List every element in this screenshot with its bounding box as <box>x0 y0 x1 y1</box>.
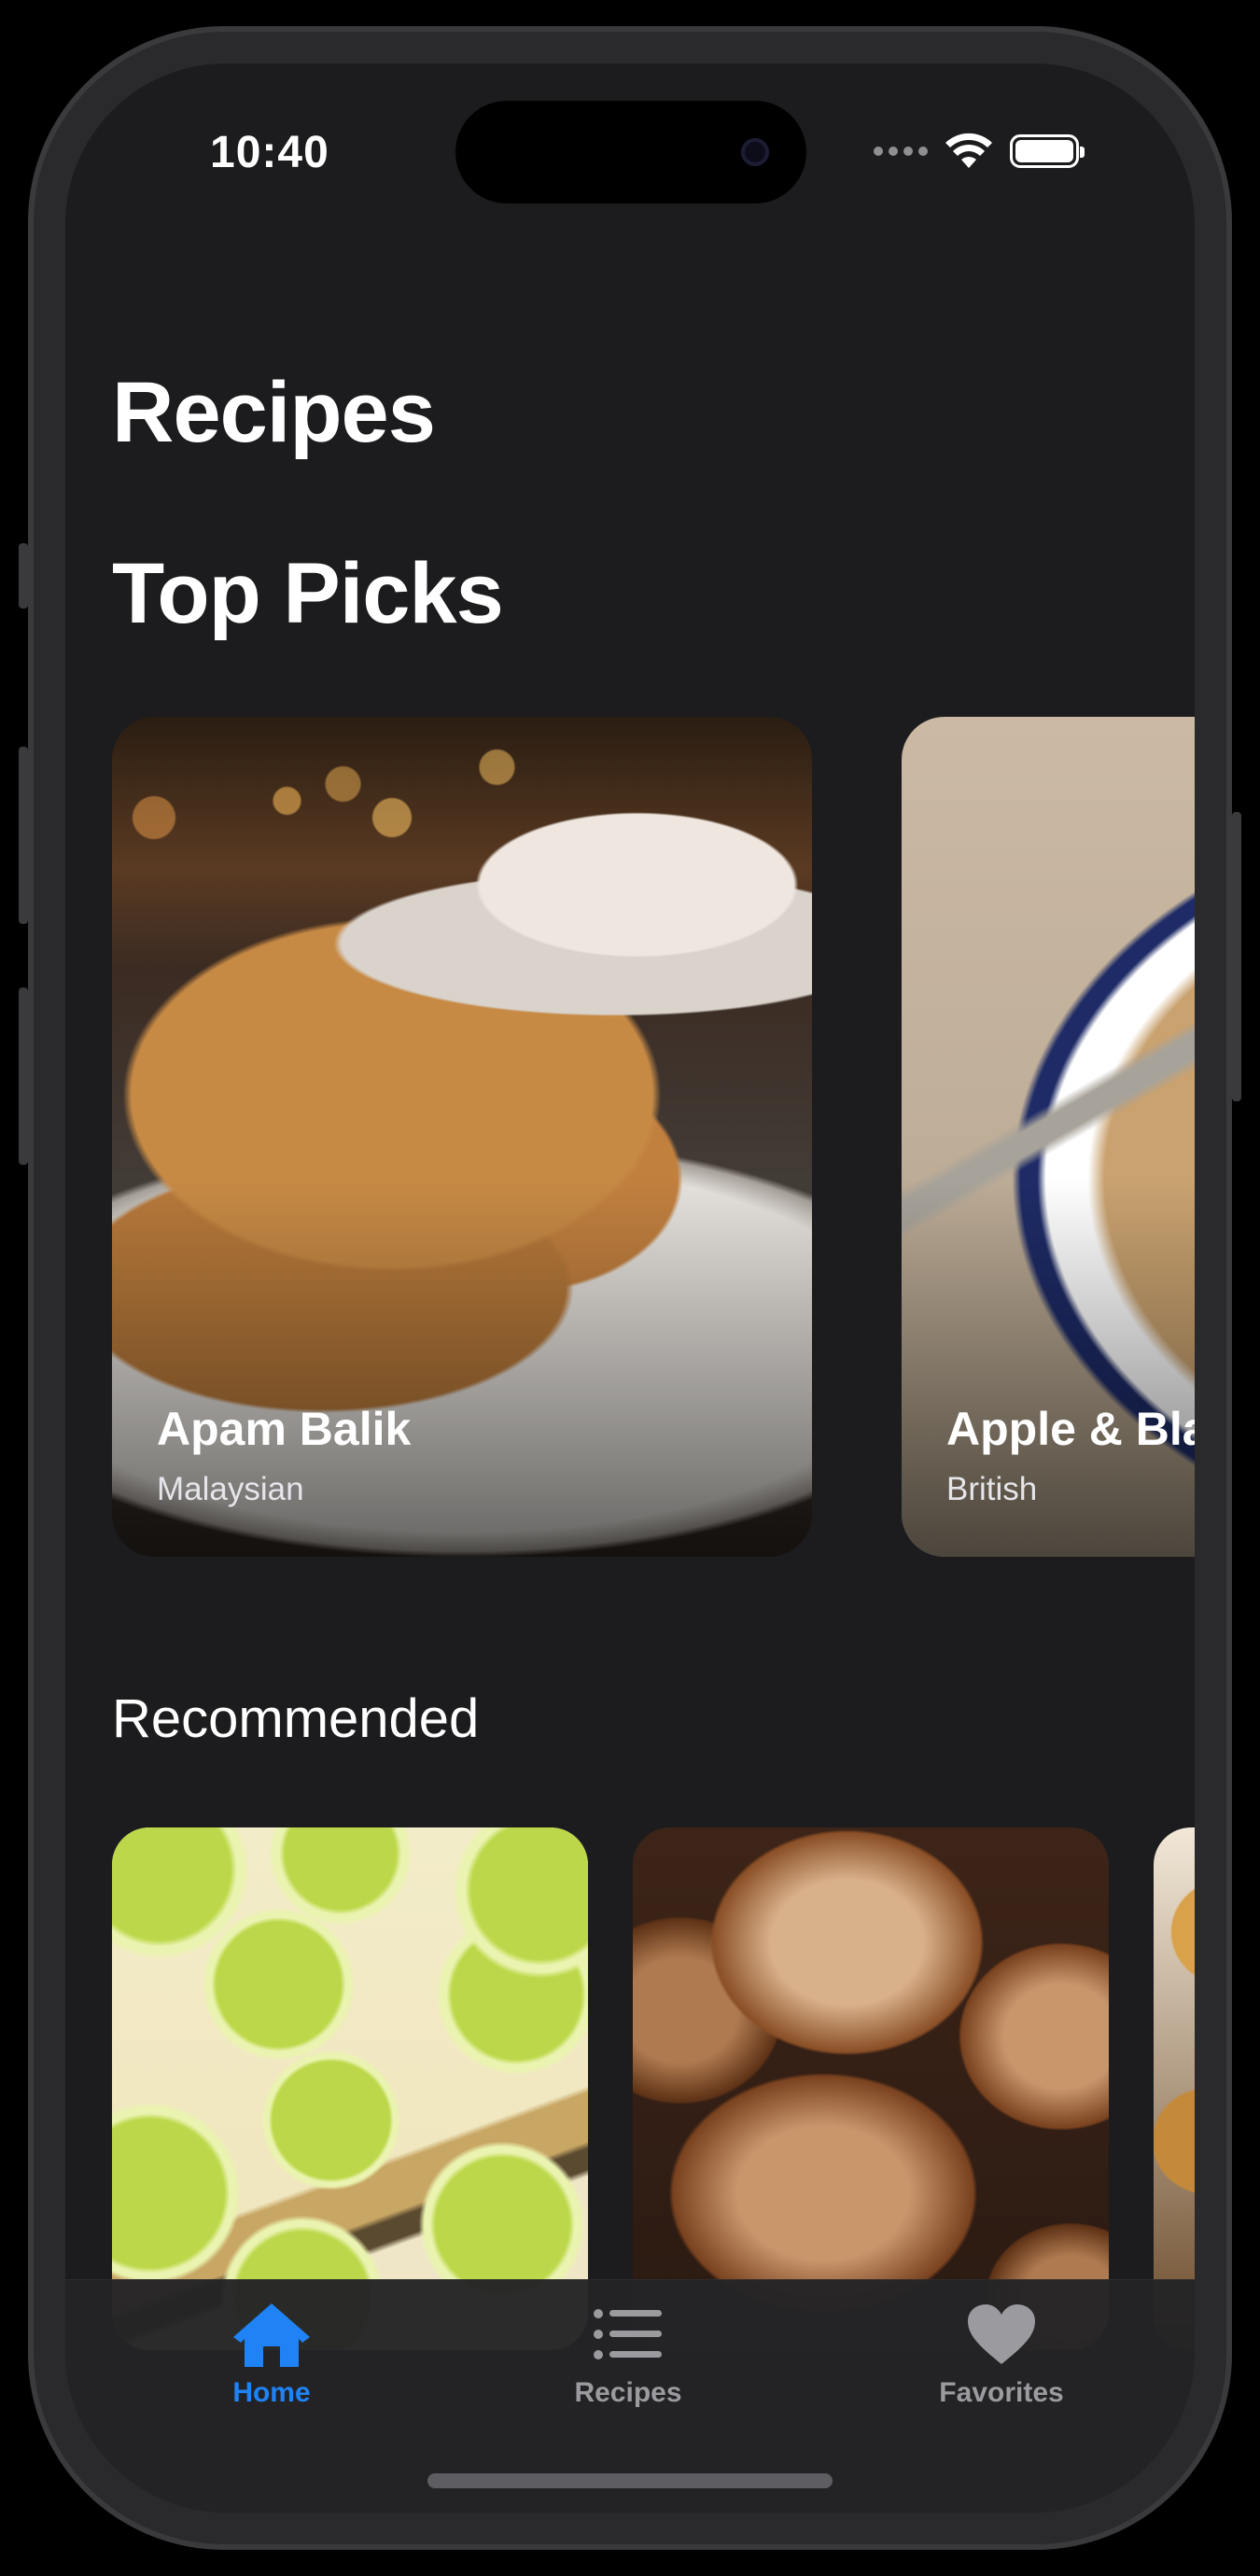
list-icon <box>586 2297 670 2372</box>
top-picks-title: Top Picks <box>112 546 504 641</box>
tab-label: Favorites <box>939 2377 1064 2408</box>
battery-icon <box>1010 134 1085 168</box>
volume-down-button <box>19 987 28 1165</box>
recipe-photo <box>1154 1827 1195 2350</box>
tab-label: Home <box>232 2377 311 2408</box>
recommended-card[interactable] <box>112 1827 588 2350</box>
power-button <box>1232 812 1241 1101</box>
top-pick-card[interactable]: Apple & Blackberry Crumble British <box>902 717 1195 1557</box>
volume-up-button <box>19 747 28 924</box>
heart-icon <box>959 2297 1043 2372</box>
tab-favorites[interactable]: Favorites <box>861 2280 1141 2439</box>
house-icon <box>230 2297 314 2372</box>
dynamic-island <box>455 101 806 203</box>
recipe-name: Apam Balik <box>157 1403 412 1455</box>
tab-recipes[interactable]: Recipes <box>488 2280 768 2439</box>
tab-label: Recipes <box>574 2377 682 2408</box>
home-indicator <box>427 2473 833 2488</box>
recipe-cuisine: Malaysian <box>157 1471 304 1507</box>
recipe-photo <box>112 1827 588 2350</box>
recipe-photo <box>633 1827 1109 2350</box>
front-camera <box>741 138 769 166</box>
recommended-card[interactable] <box>633 1827 1109 2350</box>
status-time: 10:40 <box>210 128 329 177</box>
wifi-icon <box>945 133 992 168</box>
recipe-cuisine: British <box>946 1471 1038 1507</box>
action-button <box>19 543 28 609</box>
status-indicators <box>874 133 1085 170</box>
recommended-title: Recommended <box>112 1688 480 1749</box>
recipe-name: Apple & Blackberry Crumble <box>946 1403 1195 1455</box>
cellular-icon <box>874 147 928 156</box>
recommended-card[interactable] <box>1154 1827 1195 2350</box>
app-screen: 10:40 Recipes Top Picks Apam Balik Malay… <box>65 63 1195 2513</box>
page-title: Recipes <box>112 365 436 460</box>
tab-home[interactable]: Home <box>132 2280 412 2439</box>
top-pick-card[interactable]: Apam Balik Malaysian <box>112 717 812 1557</box>
